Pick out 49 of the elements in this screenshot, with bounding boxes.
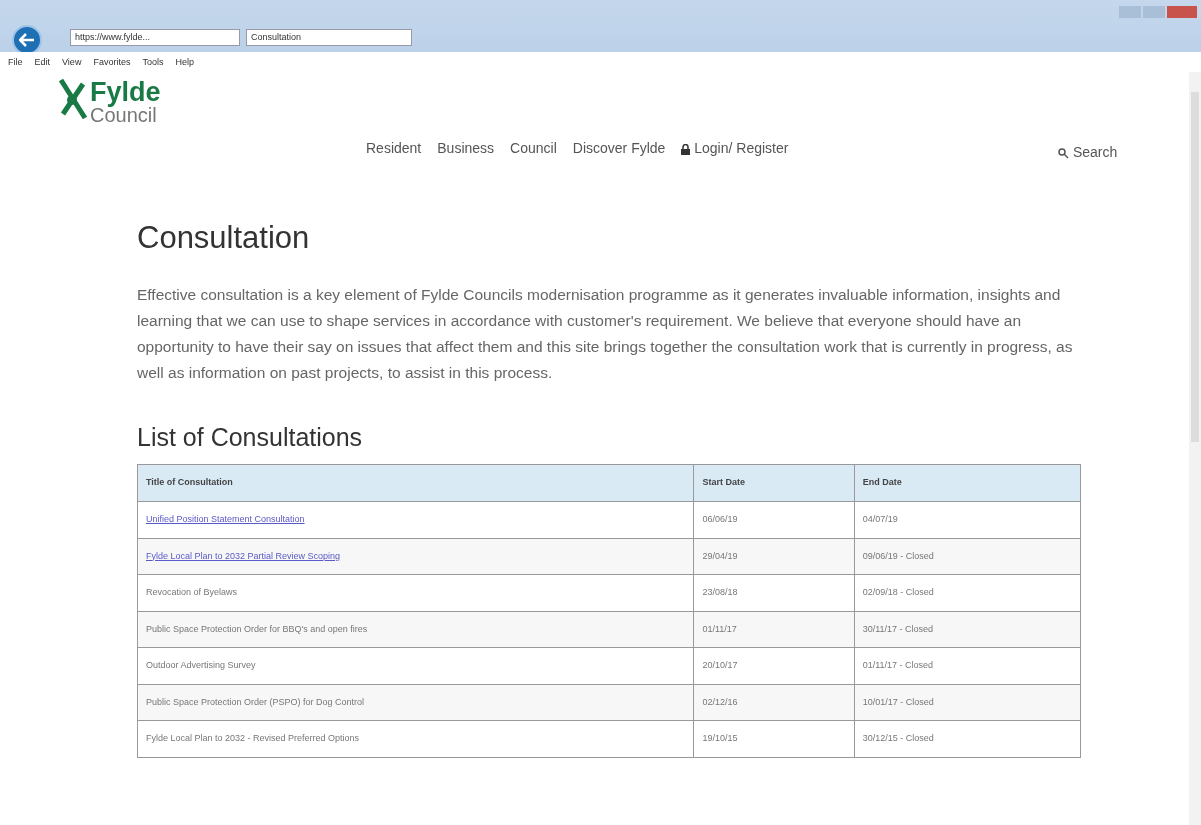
search-link[interactable]: Search — [1058, 142, 1118, 163]
table-cell: 30/11/17 - Closed — [854, 611, 1081, 648]
address-field[interactable]: https://www.fylde... — [70, 29, 240, 46]
table-cell: Public Space Protection Order (PSPO) for Dog Control — [137, 684, 694, 721]
login-link[interactable]: Login/ Register — [681, 138, 789, 159]
menu-item[interactable]: Edit — [34, 52, 51, 72]
table-cell: Revocation of Byelaws — [137, 574, 694, 612]
nav-link[interactable]: Resident — [366, 138, 422, 159]
browser-tab[interactable]: Consultation — [246, 29, 412, 46]
menu-item[interactable]: Help — [175, 52, 194, 72]
column-header: Title of Consultation — [137, 464, 694, 502]
consultation-link[interactable]: Unified Position Statement Consultation — [146, 514, 305, 525]
table-cell: Fylde Local Plan to 2032 - Revised Preferred Options — [137, 720, 694, 758]
table-cell: 06/06/19 — [693, 501, 855, 539]
logo-subtitle: Council — [90, 106, 157, 124]
table-cell: 23/08/18 — [693, 574, 855, 612]
table-cell: 02/12/16 — [693, 684, 855, 721]
table-cell: 04/07/19 — [854, 501, 1081, 539]
table-cell: 10/01/17 - Closed — [854, 684, 1081, 721]
consultation-link[interactable]: Fylde Local Plan to 2032 Partial Review Scoping — [146, 550, 341, 561]
nav-link[interactable]: Council — [510, 138, 557, 159]
logo-name: Fylde — [90, 78, 161, 106]
menu-item[interactable]: Favorites — [93, 52, 131, 72]
back-button[interactable] — [12, 25, 42, 55]
table-cell: 19/10/15 — [693, 720, 855, 758]
table-cell: 09/06/19 - Closed — [854, 538, 1081, 575]
table-cell: 02/09/18 - Closed — [854, 574, 1081, 612]
nav-link[interactable]: Business — [437, 138, 495, 159]
search-icon — [1058, 147, 1069, 159]
section-heading: List of Consultations — [137, 422, 364, 453]
table-cell: 01/11/17 — [693, 611, 855, 648]
table-cell: 29/04/19 — [693, 538, 855, 575]
intro-paragraph: Effective consultation is a key element of Fylde Councils modernisation programme as it generates invaluable information, insights and learning that we can use to shape services in accordance with customer's requirement. We believe that everyone should have an opportunity to have their say on issues that affect them and this site brings together the consultation work that is currently in progress, as well as information on past projects, to assist in this process. — [137, 285, 1074, 384]
page-title: Consultation — [137, 219, 311, 257]
menu-item[interactable]: File — [8, 52, 23, 72]
table-cell: 30/12/15 - Closed — [854, 720, 1081, 758]
lock-icon — [681, 143, 691, 155]
nav-link[interactable]: Discover Fylde — [572, 138, 666, 159]
table-cell: Public Space Protection Order for BBQ's and open fires — [137, 611, 694, 648]
table-cell: Outdoor Advertising Survey — [137, 647, 694, 685]
table-cell: 20/10/17 — [693, 647, 855, 685]
menu-item[interactable]: Tools — [142, 52, 164, 72]
scrollbar[interactable] — [1189, 72, 1201, 825]
table-cell: 01/11/17 - Closed — [854, 647, 1081, 685]
menu-item[interactable]: View — [62, 52, 82, 72]
column-header: Start Date — [693, 464, 855, 502]
back-arrow-icon — [19, 33, 35, 47]
window-controls-icon[interactable] — [1119, 6, 1197, 18]
column-header: End Date — [854, 464, 1081, 502]
